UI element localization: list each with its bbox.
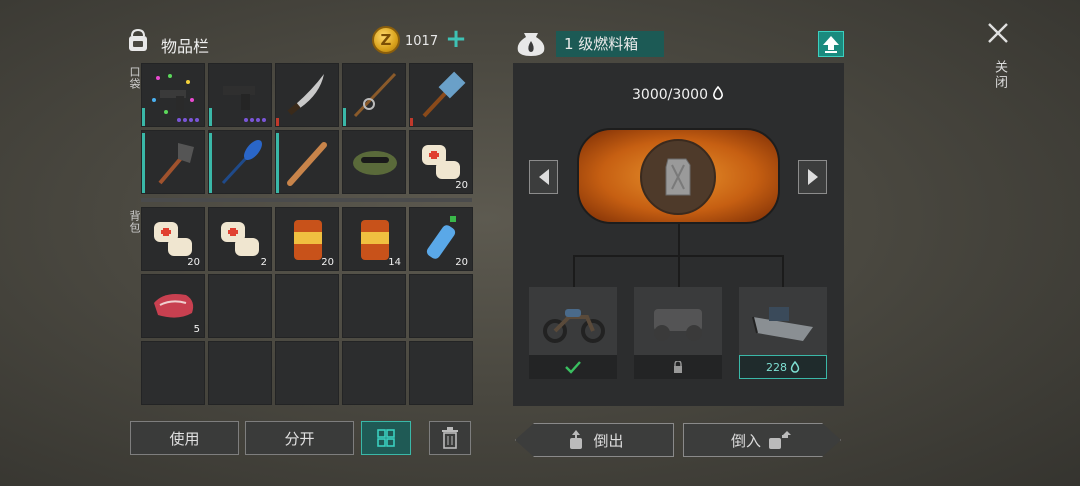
motorcycle-icon [543, 309, 605, 343]
inventory-slot-canned-food[interactable]: 14 [342, 207, 406, 271]
vehicle-atv-status [634, 355, 722, 379]
baseball-bat-icon [287, 142, 327, 186]
coin-count: 1017 [405, 34, 439, 49]
inventory-slot-shovel[interactable] [141, 130, 205, 194]
inventory-slot-empty[interactable] [208, 274, 272, 338]
vehicle-motorcycle-status [529, 355, 617, 379]
jerrycan-slot[interactable] [640, 139, 716, 215]
inventory-slot-bandage[interactable]: 20 [409, 130, 473, 194]
vehicle-atv[interactable] [634, 287, 722, 355]
bandage-icon [221, 222, 259, 256]
lock-icon [674, 361, 682, 373]
inventory-slot-empty[interactable] [409, 341, 473, 405]
machete-icon [287, 74, 324, 116]
item-count: 14 [388, 257, 401, 268]
item-count: 20 [187, 257, 200, 268]
backpack-icon [129, 28, 147, 51]
coin-icon: Z [372, 26, 400, 54]
sledgehammer-icon [422, 71, 466, 118]
fuel-capacity: 3000/3000 [632, 85, 724, 103]
boat-icon [752, 307, 813, 341]
raw-meat-icon [154, 294, 194, 318]
inventory-slot-raw-meat[interactable]: 5 [141, 274, 205, 338]
fuel-drop-icon [713, 85, 724, 100]
jerrycan-icon [665, 158, 691, 196]
military-cap-icon [353, 151, 397, 175]
upgrade-button[interactable] [818, 31, 844, 57]
inventory-slot-fishing-rod[interactable] [342, 63, 406, 127]
previous-arrow-button[interactable] [529, 160, 558, 194]
pocket-label: 口袋 [128, 66, 141, 90]
inventory-slot-empty[interactable] [342, 274, 406, 338]
vehicle-motorcycle[interactable] [529, 287, 617, 355]
item-count: 20 [455, 257, 468, 268]
inventory-slot-water-bottle[interactable]: 20 [409, 207, 473, 271]
inventory-slot-empty[interactable] [342, 341, 406, 405]
inventory-slot-empty[interactable] [208, 341, 272, 405]
item-count: 20 [455, 180, 468, 191]
item-count: 2 [260, 257, 267, 268]
party-pistol-icon [152, 74, 194, 114]
inventory-slot-empty[interactable] [275, 341, 339, 405]
fuel-box-title: 1 级燃料箱 [556, 31, 664, 57]
grid-icon [377, 429, 395, 447]
pour-in-label: 倒入 [730, 431, 761, 450]
checkmark-icon [565, 361, 581, 374]
vehicle-boat[interactable] [739, 287, 827, 355]
inventory-slot-empty[interactable] [275, 274, 339, 338]
pocket-grid: 20 [141, 63, 473, 194]
fuel-capacity-value: 3000/3000 [632, 87, 708, 103]
pour-in-icon [769, 431, 791, 449]
paddle-icon [221, 140, 262, 185]
inventory-slot-military-cap[interactable] [342, 130, 406, 194]
inventory-slot-canned-food[interactable]: 20 [275, 207, 339, 271]
close-label[interactable]: 关闭 [990, 60, 1009, 90]
sort-grid-button[interactable] [361, 421, 411, 455]
pistol-icon [223, 86, 255, 110]
atv-icon [654, 309, 702, 341]
item-count: 5 [193, 324, 200, 335]
fuel-drop-icon [790, 361, 800, 373]
chevron-left-icon [538, 169, 549, 185]
close-icon[interactable] [985, 20, 1011, 46]
inventory-slot-pistol[interactable] [208, 63, 272, 127]
delete-button[interactable] [429, 421, 471, 455]
fishing-rod-icon [353, 72, 397, 118]
pour-out-label: 倒出 [593, 431, 624, 450]
shovel-icon [158, 143, 194, 185]
inventory-title: 物品栏 [161, 37, 210, 56]
item-count: 20 [321, 257, 334, 268]
fuel-bag-icon [517, 33, 545, 56]
inventory-slot-baseball-bat[interactable] [275, 130, 339, 194]
vehicle-boat-status[interactable]: 228 [739, 355, 827, 379]
chevron-right-icon [807, 169, 818, 185]
backpack-grid: 20 2 20 14 20 5 [141, 207, 473, 405]
next-arrow-button[interactable] [798, 160, 827, 194]
section-divider [141, 198, 472, 202]
inventory-slot-machete[interactable] [275, 63, 339, 127]
pour-out-button[interactable]: 倒出 [515, 423, 674, 457]
split-button[interactable]: 分开 [245, 421, 354, 455]
inventory-slot-bandage[interactable]: 20 [141, 207, 205, 271]
trash-icon [442, 427, 458, 449]
inventory-slot-paddle[interactable] [208, 130, 272, 194]
pour-out-icon [570, 430, 583, 449]
backpack-label: 背包 [128, 210, 141, 234]
vehicle-boat-fuel: 228 [766, 360, 787, 374]
use-button[interactable]: 使用 [130, 421, 239, 455]
inventory-slot-sledgehammer[interactable] [409, 63, 473, 127]
inventory-slot-party-pistol[interactable] [141, 63, 205, 127]
inventory-slot-empty[interactable] [141, 341, 205, 405]
upgrade-arrow-icon [823, 36, 839, 53]
pour-in-button[interactable]: 倒入 [683, 423, 841, 457]
add-coins-button[interactable]: + [444, 26, 468, 52]
inventory-slot-bandage[interactable]: 2 [208, 207, 272, 271]
inventory-slot-empty[interactable] [409, 274, 473, 338]
